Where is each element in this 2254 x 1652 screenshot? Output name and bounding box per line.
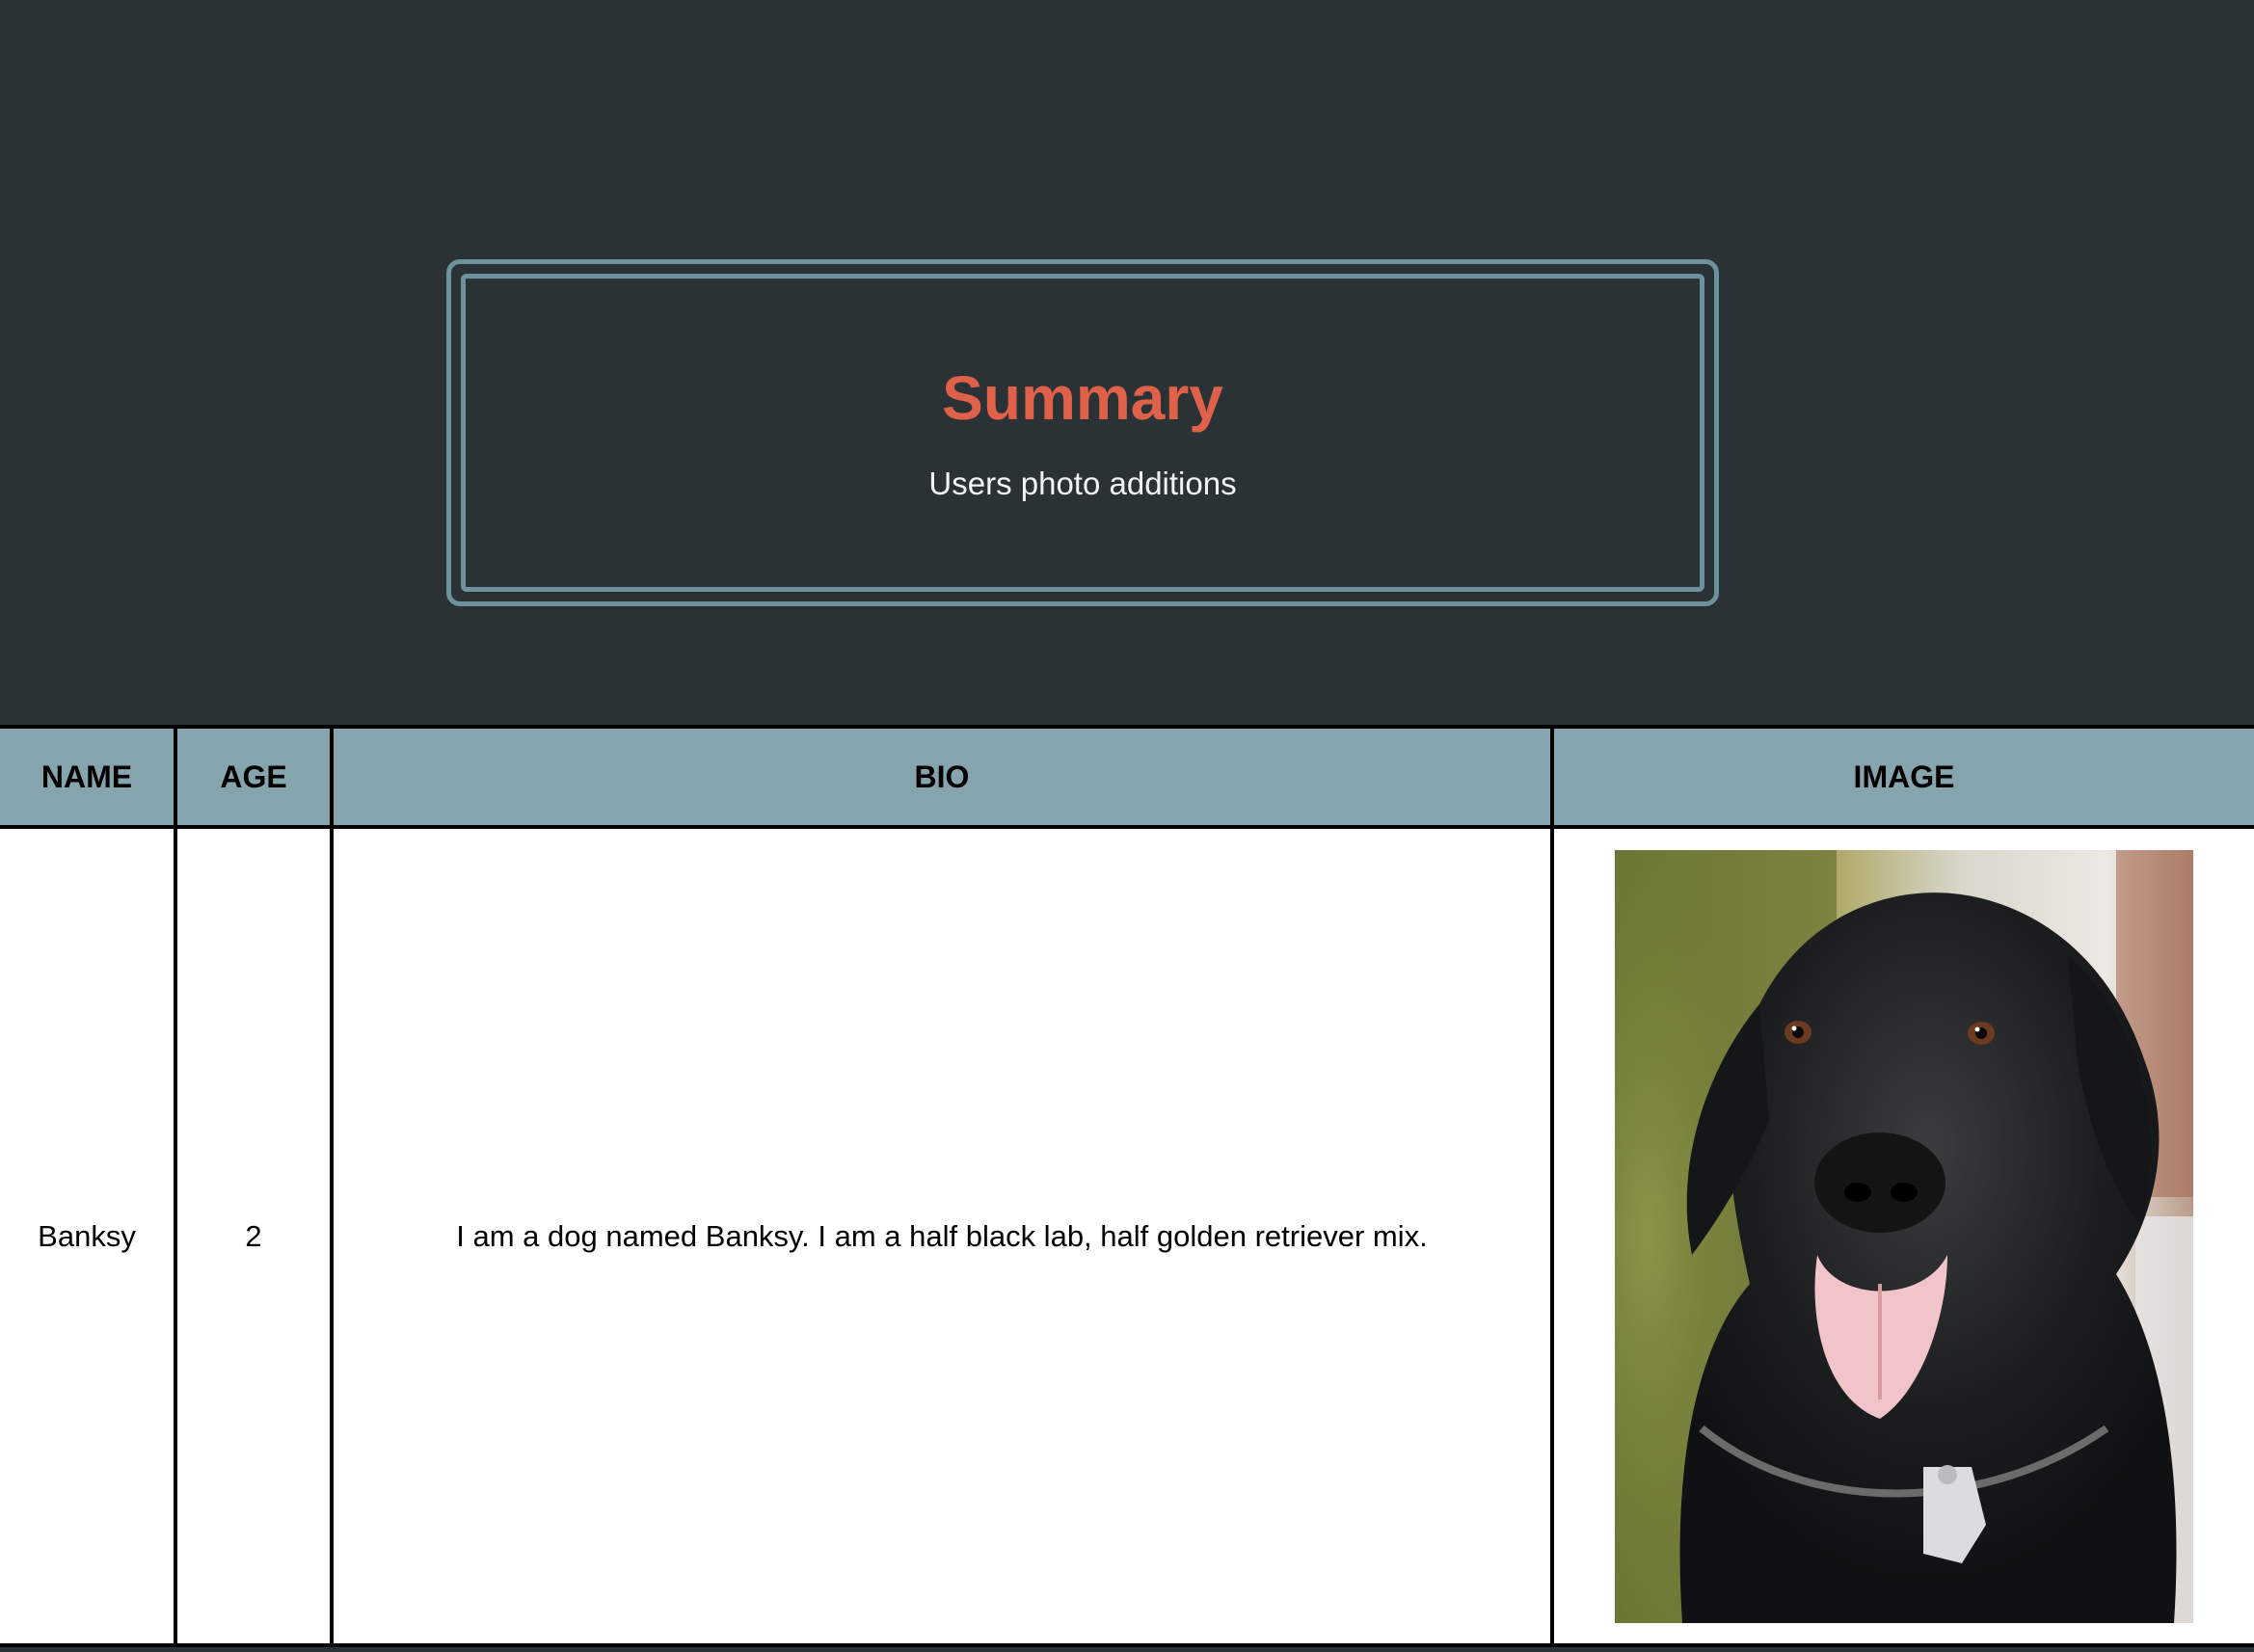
cell-bio: I am a dog named Banksy. I am a half bla…	[330, 825, 1554, 1647]
column-header-image: IMAGE	[1550, 725, 2254, 829]
table-header-row: NAME AGE BIO IMAGE	[0, 725, 2254, 829]
header-section: Summary Users photo additions	[0, 0, 2254, 725]
summary-card: Summary Users photo additions	[446, 259, 1719, 606]
column-header-bio: BIO	[330, 725, 1554, 829]
cell-age: 2	[174, 825, 334, 1647]
table-row: Banksy 2 I am a dog named Banksy. I am a…	[0, 825, 2254, 1647]
summary-card-inner: Summary Users photo additions	[461, 274, 1704, 592]
cell-image	[1550, 825, 2254, 1647]
page-title: Summary	[942, 363, 1223, 433]
page-subtitle: Users photo additions	[928, 466, 1237, 501]
cell-name: Banksy	[0, 825, 177, 1647]
column-header-name: NAME	[0, 725, 177, 829]
users-table: NAME AGE BIO IMAGE Banksy 2 I am a dog n…	[0, 725, 2254, 1647]
column-header-age: AGE	[174, 725, 334, 829]
dog-photo	[1615, 849, 2193, 1623]
